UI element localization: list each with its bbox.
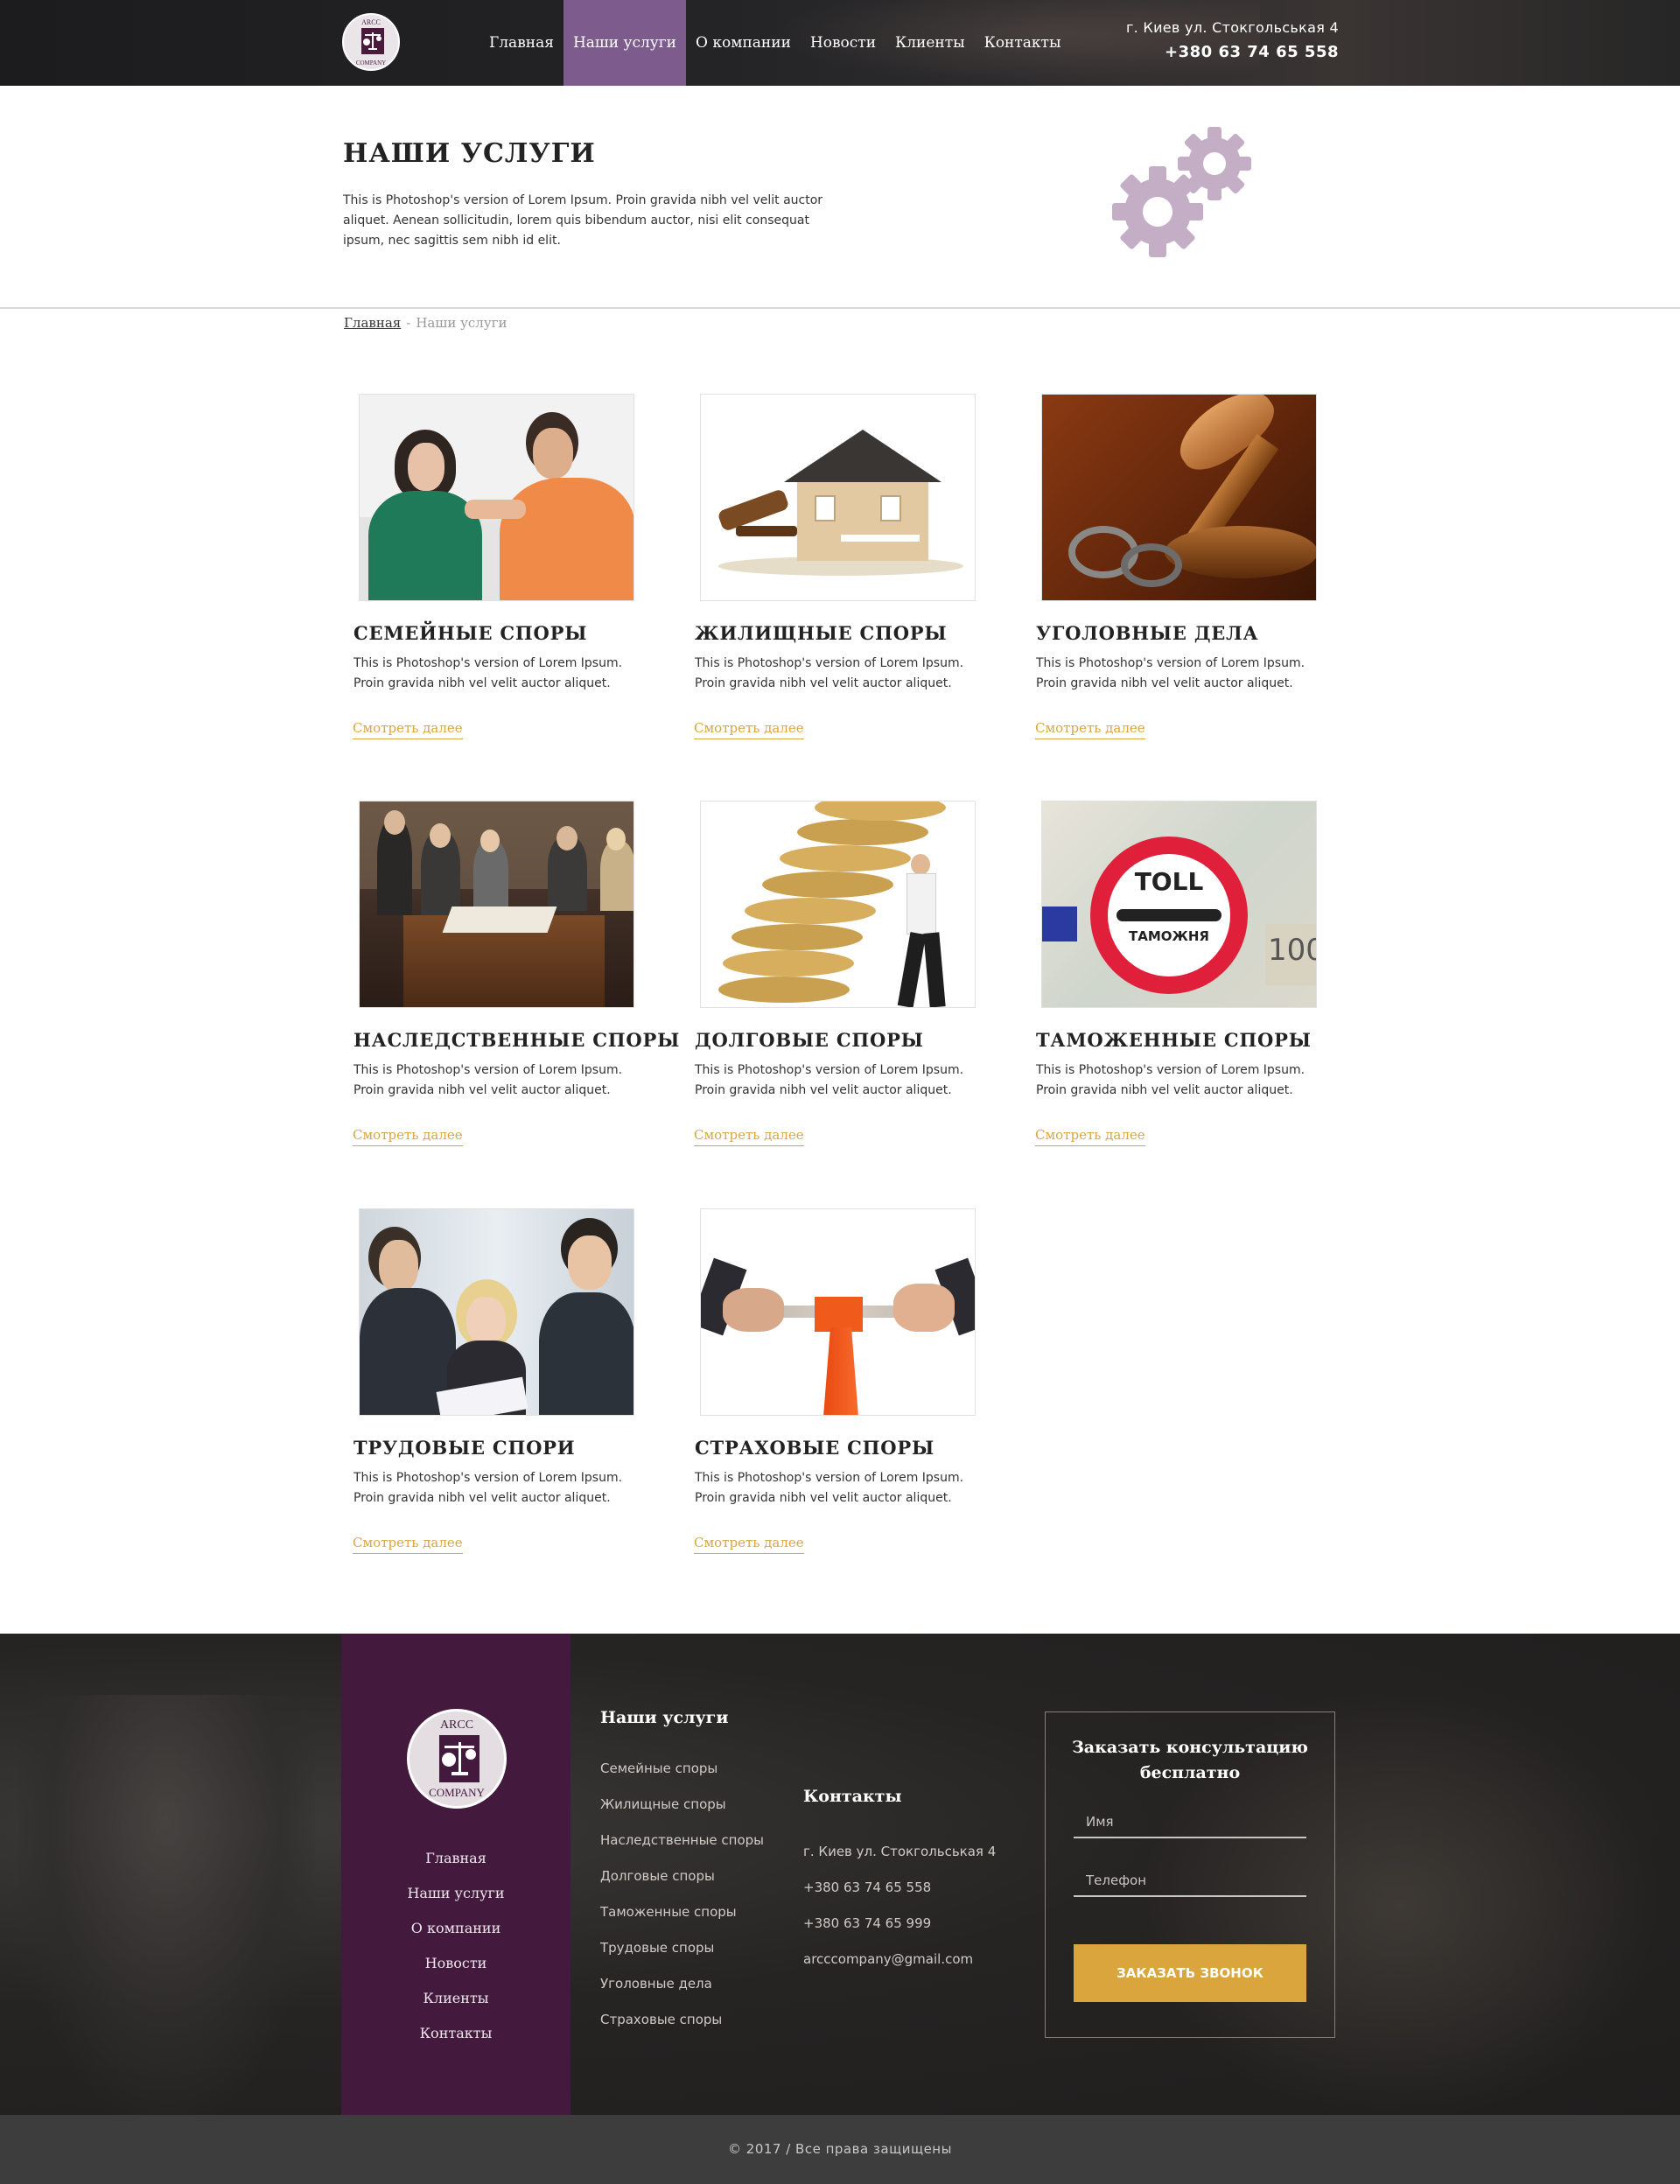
toll-sign-text: TOLL bbox=[1134, 867, 1204, 896]
service-text: This is Photoshop's version of Lorem Ips… bbox=[695, 656, 964, 690]
header-phone[interactable]: +380 63 74 65 558 bbox=[1126, 43, 1339, 61]
footer-phone-1[interactable]: +380 63 74 65 558 bbox=[803, 1880, 931, 1895]
read-more-link[interactable]: Смотреть далее bbox=[1035, 1127, 1145, 1146]
footer-background-statue bbox=[18, 1695, 315, 2115]
service-text: This is Photoshop's version of Lorem Ips… bbox=[354, 1471, 623, 1505]
nav-item-home[interactable]: Главная bbox=[480, 0, 564, 86]
footer-logo-bottom-text: COMPANY bbox=[429, 1786, 485, 1799]
criminal-case-image[interactable] bbox=[1041, 394, 1317, 601]
read-more-link[interactable]: Смотреть далее bbox=[694, 1535, 804, 1554]
debt-dispute-image[interactable] bbox=[700, 801, 976, 1008]
housing-dispute-image[interactable] bbox=[700, 394, 976, 601]
service-title: УГОЛОВНЫЕ ДЕЛА bbox=[1036, 622, 1259, 644]
footer-service-link[interactable]: Уголовные дела bbox=[600, 1976, 712, 1992]
footer-service-link[interactable]: Таможенные споры bbox=[600, 1904, 737, 1920]
footer-nav-home[interactable]: Главная bbox=[425, 1850, 486, 1866]
nav-item-clients[interactable]: Клиенты bbox=[886, 0, 975, 86]
footer-nav: Главная Наши услуги О компании Новости К… bbox=[341, 1841, 570, 2051]
footer-service-link[interactable]: Наследственные споры bbox=[600, 1832, 764, 1848]
inheritance-dispute-image[interactable] bbox=[359, 801, 634, 1008]
service-title: НАСЛЕДСТВЕННЫЕ СПОРЫ bbox=[354, 1029, 681, 1051]
footer-nav-news[interactable]: Новости bbox=[425, 1955, 487, 1971]
footer-nav-clients[interactable]: Клиенты bbox=[424, 1990, 489, 2006]
breadcrumb: Главная - Наши услуги bbox=[344, 315, 508, 331]
header-address: г. Киев ул. Стокгольськая 4 bbox=[1125, 19, 1339, 36]
service-title: СЕМЕЙНЫЕ СПОРЫ bbox=[354, 622, 588, 644]
phone-field[interactable] bbox=[1074, 1866, 1306, 1897]
site-header: ARCC COMPANY Главная Наши услуги О компа… bbox=[0, 0, 1680, 86]
labor-dispute-image[interactable] bbox=[359, 1208, 634, 1416]
footer-nav-services[interactable]: Наши услуги bbox=[407, 1885, 504, 1901]
footer-logo[interactable]: ARCC COMPANY bbox=[407, 1709, 507, 1809]
nav-item-services[interactable]: Наши услуги bbox=[563, 0, 687, 86]
service-text: This is Photoshop's version of Lorem Ips… bbox=[354, 656, 623, 690]
customs-dispute-image[interactable]: 100 TOLL ТАМОЖНЯ bbox=[1041, 801, 1317, 1008]
service-title: ЖИЛИЩНЫЕ СПОРЫ bbox=[695, 622, 948, 644]
read-more-link[interactable]: Смотреть далее bbox=[1035, 720, 1145, 739]
nav-item-news[interactable]: Новости bbox=[801, 0, 886, 86]
form-title-line-1: Заказать консультацию bbox=[1072, 1738, 1308, 1757]
footer-address: г. Киев ул. Стокгольськая 4 bbox=[803, 1844, 997, 1859]
service-text: This is Photoshop's version of Lorem Ips… bbox=[1036, 1063, 1306, 1097]
footer-services-title: Наши услуги bbox=[600, 1708, 729, 1727]
footer-service-link[interactable]: Страховые споры bbox=[600, 2012, 722, 2027]
footer-phone-2[interactable]: +380 63 74 65 999 bbox=[803, 1915, 931, 1931]
gears-icon bbox=[1110, 124, 1263, 271]
footer-sidebar: ARCC COMPANY Главная Наши услуги О компа… bbox=[341, 1634, 570, 2115]
footer-nav-about[interactable]: О компании bbox=[411, 1920, 500, 1936]
footer-service-link[interactable]: Семейные споры bbox=[600, 1760, 718, 1776]
footer-service-link[interactable]: Трудовые споры bbox=[600, 1940, 714, 1956]
service-title: ТРУДОВЫЕ СПОРИ bbox=[354, 1437, 576, 1459]
form-title-line-2: бесплатно bbox=[1139, 1763, 1241, 1782]
read-more-link[interactable]: Смотреть далее bbox=[353, 1127, 463, 1146]
breadcrumb-current: Наши услуги bbox=[416, 315, 508, 331]
main-nav: Главная Наши услуги О компании Новости К… bbox=[480, 0, 1070, 86]
read-more-link[interactable]: Смотреть далее bbox=[694, 1127, 804, 1146]
logo-bottom-text: COMPANY bbox=[355, 60, 387, 66]
service-text: This is Photoshop's version of Lorem Ips… bbox=[695, 1471, 964, 1505]
hero-divider bbox=[0, 307, 1680, 309]
nav-item-about[interactable]: О компании bbox=[686, 0, 801, 86]
scales-icon bbox=[361, 28, 384, 54]
logo-top-text: ARCC bbox=[361, 18, 381, 26]
insurance-dispute-image[interactable] bbox=[700, 1208, 976, 1416]
footer-services-list: Семейные споры Жилищные споры Наследстве… bbox=[600, 1751, 764, 2038]
scales-icon bbox=[439, 1735, 480, 1782]
page-intro-text: This is Photoshop's version of Lorem Ips… bbox=[343, 193, 823, 248]
company-logo[interactable]: ARCC COMPANY bbox=[342, 13, 400, 71]
service-text: This is Photoshop's version of Lorem Ips… bbox=[1036, 656, 1306, 690]
footer-email[interactable]: arcccompany@gmail.com bbox=[803, 1951, 973, 1967]
service-title: ДОЛГОВЫЕ СПОРЫ bbox=[695, 1029, 924, 1051]
customs-sign-text: ТАМОЖНЯ bbox=[1129, 928, 1209, 944]
header-contacts: г. Киев ул. Стокгольськая 4 +380 63 74 6… bbox=[1126, 19, 1339, 61]
footer-logo-top-text: ARCC bbox=[439, 1718, 474, 1732]
banknote-number: 100 bbox=[1268, 933, 1316, 968]
consultation-form: Заказать консультацию бесплатно ЗАКАЗАТЬ… bbox=[1045, 1712, 1335, 2038]
order-call-button[interactable]: ЗАКАЗАТЬ ЗВОНОК bbox=[1074, 1944, 1306, 2002]
footer-service-link[interactable]: Жилищные споры bbox=[600, 1796, 726, 1812]
nav-item-contacts[interactable]: Контакты bbox=[975, 0, 1071, 86]
footer-service-link[interactable]: Долговые споры bbox=[600, 1868, 715, 1884]
service-text: This is Photoshop's version of Lorem Ips… bbox=[354, 1063, 623, 1097]
footer-contacts-list: г. Киев ул. Стокгольськая 4 +380 63 74 6… bbox=[803, 1834, 996, 1978]
copyright-bar: © 2017 / Все права защищены bbox=[0, 2115, 1680, 2184]
footer-contacts-title: Контакты bbox=[803, 1787, 902, 1806]
service-text: This is Photoshop's version of Lorem Ips… bbox=[695, 1063, 964, 1097]
read-more-link[interactable]: Смотреть далее bbox=[353, 720, 463, 739]
service-title: СТРАХОВЫЕ СПОРЫ bbox=[695, 1437, 934, 1459]
read-more-link[interactable]: Смотреть далее bbox=[694, 720, 804, 739]
page-title: НАШИ УСЛУГИ bbox=[343, 138, 596, 169]
name-field[interactable] bbox=[1074, 1807, 1306, 1838]
breadcrumb-home-link[interactable]: Главная bbox=[344, 315, 401, 331]
read-more-link[interactable]: Смотреть далее bbox=[353, 1535, 463, 1554]
family-dispute-image[interactable] bbox=[359, 394, 634, 601]
service-title: ТАМОЖЕННЫЕ СПОРЫ bbox=[1036, 1029, 1312, 1051]
breadcrumb-separator: - bbox=[406, 315, 411, 331]
footer-nav-contacts[interactable]: Контакты bbox=[420, 2025, 493, 2041]
form-title: Заказать консультацию бесплатно bbox=[1046, 1735, 1334, 1786]
